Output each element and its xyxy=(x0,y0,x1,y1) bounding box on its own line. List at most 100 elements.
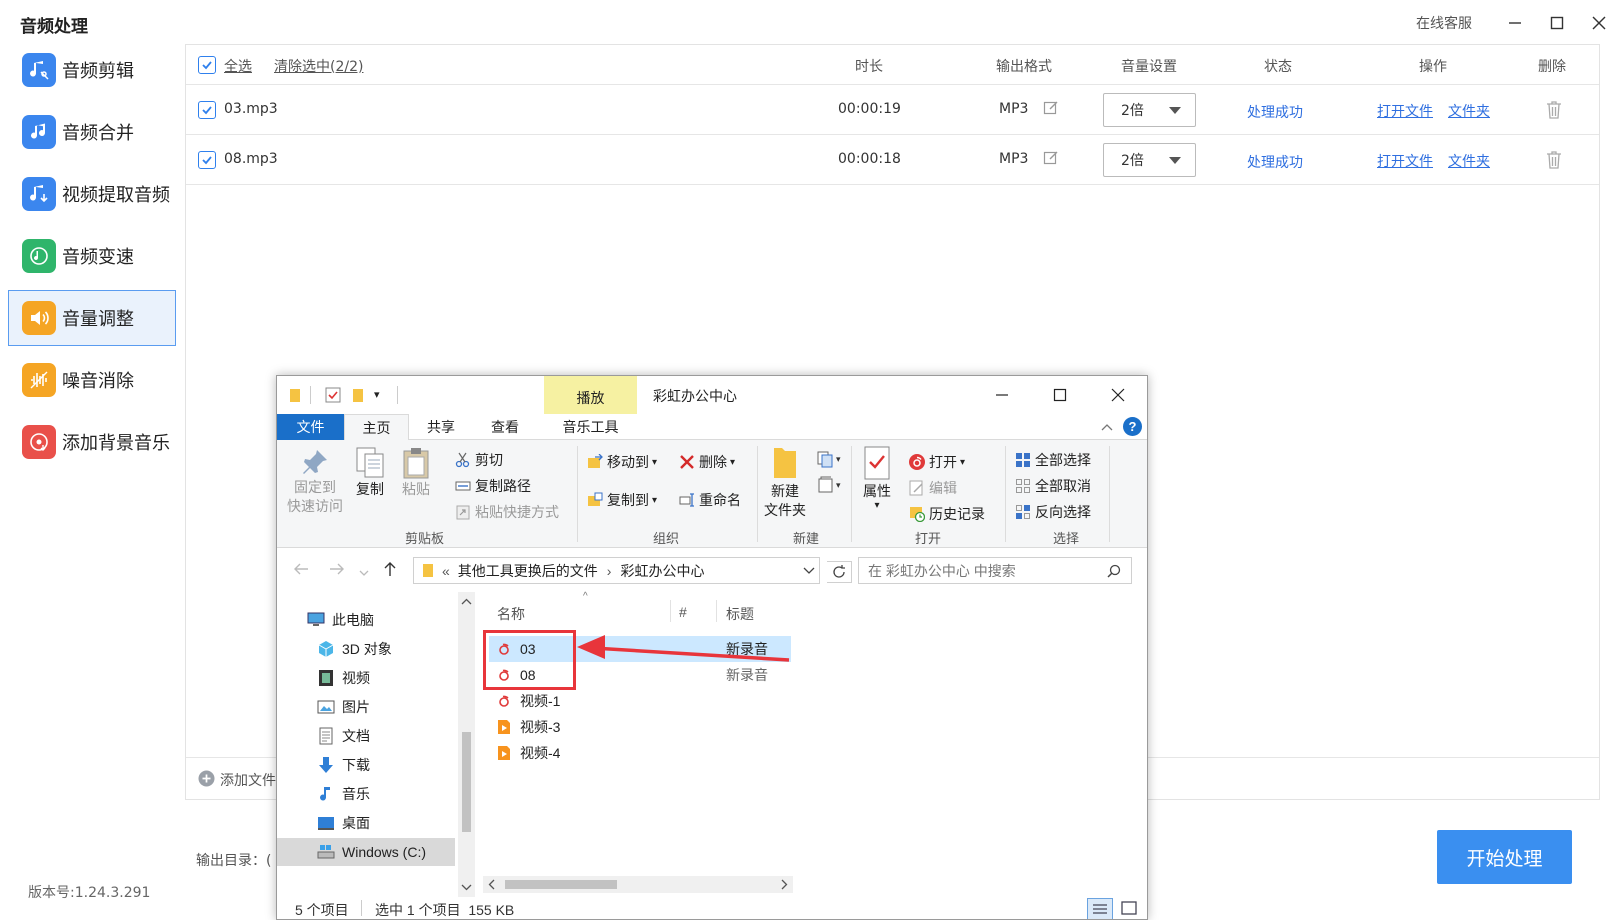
volume-select[interactable]: 2倍 xyxy=(1103,93,1196,127)
back-arrow-icon[interactable] xyxy=(293,562,309,579)
select-all-checkbox[interactable] xyxy=(198,56,216,74)
nav-scrollbar[interactable] xyxy=(458,592,475,897)
chevron-down-icon[interactable] xyxy=(803,567,815,575)
cut-button[interactable]: 剪切 xyxy=(455,450,503,470)
table-header: 全选 清除选中(2/2) 时长 输出格式 音量设置 状态 操作 删除 xyxy=(186,45,1599,85)
new-item-icon[interactable]: ▾ xyxy=(817,450,845,471)
nav-item-windows-c[interactable]: Windows (C:) xyxy=(277,838,455,866)
online-service-link[interactable]: 在线客服 xyxy=(1416,13,1472,33)
sidebar-item-bg-music[interactable]: 添加背景音乐 xyxy=(8,414,176,470)
paste-button[interactable]: 粘贴 xyxy=(395,446,437,499)
open-file-link[interactable]: 打开文件 xyxy=(1377,151,1433,171)
qat-dropdown-icon[interactable]: ▾ xyxy=(374,388,380,401)
search-input[interactable]: 在 彩虹办公中心 中搜索 xyxy=(858,557,1132,584)
sidebar-item-audio-speed[interactable]: 音频变速 xyxy=(8,228,176,284)
edit-button[interactable]: 编辑 xyxy=(909,478,957,498)
up-arrow-icon[interactable] xyxy=(383,561,397,580)
edit-format-icon[interactable] xyxy=(1043,100,1059,120)
sidebar-item-audio-merge[interactable]: 音频合并 xyxy=(8,104,176,160)
nav-item-desktop[interactable]: 桌面 xyxy=(277,809,455,837)
copy-button[interactable]: 复制 xyxy=(349,446,391,499)
sidebar-item-volume-adjust[interactable]: 音量调整 xyxy=(8,290,176,346)
breadcrumb-folder[interactable]: 其他工具更换后的文件 xyxy=(458,561,598,581)
breadcrumb-overflow[interactable]: « xyxy=(442,563,450,579)
context-tab-play[interactable]: 播放 xyxy=(544,376,637,414)
select-all-files-button[interactable]: 全部选择 xyxy=(1015,450,1091,470)
nav-item-3d-objects[interactable]: 3D 对象 xyxy=(277,635,455,663)
pin-quick-access-button[interactable]: 固定到 快速访问 xyxy=(285,446,345,516)
open-folder-link[interactable]: 文件夹 xyxy=(1448,101,1490,121)
details-view-button[interactable] xyxy=(1087,898,1113,919)
recent-locations-icon[interactable] xyxy=(359,564,369,580)
sidebar-item-noise-removal[interactable]: 噪音消除 xyxy=(8,352,176,408)
add-file-button[interactable]: 添加文件 xyxy=(220,770,276,790)
open-folder-link[interactable]: 文件夹 xyxy=(1448,151,1490,171)
close-button[interactable] xyxy=(1578,12,1620,34)
sidebar-item-audio-cut[interactable]: 音频剪辑 xyxy=(8,42,176,98)
delete-button[interactable]: 删除 ▾ xyxy=(679,452,735,472)
select-all-icon xyxy=(1016,453,1030,467)
select-none-button[interactable]: 全部取消 xyxy=(1015,476,1091,496)
copy-to-button[interactable]: 复制到 ▾ xyxy=(587,490,657,510)
move-to-button[interactable]: 移动到 ▾ xyxy=(587,452,657,472)
history-button[interactable]: 历史记录 xyxy=(909,504,985,524)
paste-icon xyxy=(403,448,429,479)
explorer-status-bar: 5 个项目 选中 1 个项目 155 KB xyxy=(277,897,1147,919)
file-row[interactable]: 视频-4 xyxy=(489,740,791,766)
nav-item-downloads[interactable]: 下载 xyxy=(277,751,455,779)
row-checkbox[interactable] xyxy=(198,151,216,169)
hscroll-thumb[interactable] xyxy=(505,880,617,889)
trash-icon[interactable] xyxy=(1545,100,1563,124)
ribbon-collapse-icon[interactable] xyxy=(1101,419,1113,435)
open-file-link[interactable]: 打开文件 xyxy=(1377,101,1433,121)
easy-access-icon[interactable]: ▾ xyxy=(817,476,845,497)
file-row[interactable]: 视频-3 xyxy=(489,714,791,740)
tab-share[interactable]: 共享 xyxy=(409,414,473,440)
large-icons-view-button[interactable] xyxy=(1117,898,1143,919)
rename-button[interactable]: 重命名 xyxy=(679,490,741,510)
select-all-label[interactable]: 全选 xyxy=(224,56,252,76)
paste-shortcut-button[interactable]: 粘贴快捷方式 xyxy=(455,502,559,522)
invert-selection-button[interactable]: 反向选择 xyxy=(1015,502,1091,522)
properties-qat-icon[interactable] xyxy=(325,387,341,406)
new-folder-button[interactable]: 新建 文件夹 xyxy=(763,444,807,520)
sidebar-item-video-extract[interactable]: 视频提取音频 xyxy=(8,166,176,222)
nav-item-videos[interactable]: 视频 xyxy=(277,664,455,692)
copy-path-button[interactable]: 复制路径 xyxy=(455,476,531,496)
tab-music-tools[interactable]: 音乐工具 xyxy=(544,414,637,440)
properties-button[interactable]: 属性 ▾ xyxy=(857,444,897,511)
tab-file[interactable]: 文件 xyxy=(277,414,344,440)
tab-home[interactable]: 主页 xyxy=(344,414,409,440)
sidebar-item-label: 音频合并 xyxy=(62,123,134,144)
refresh-button[interactable] xyxy=(827,561,852,583)
clear-selection-link[interactable]: 清除选中(2/2) xyxy=(274,56,363,76)
explorer-close-button[interactable] xyxy=(1111,388,1125,405)
nav-item-documents[interactable]: 文档 xyxy=(277,722,455,750)
add-file-icon[interactable] xyxy=(198,770,215,791)
open-button[interactable]: 打开 ▾ xyxy=(909,452,965,472)
edit-format-icon[interactable] xyxy=(1043,150,1059,170)
file-list-hscrollbar[interactable] xyxy=(483,876,793,893)
trash-icon[interactable] xyxy=(1545,150,1563,174)
start-process-button[interactable]: 开始处理 xyxy=(1437,830,1572,884)
forward-arrow-icon[interactable] xyxy=(329,562,345,579)
help-icon[interactable]: ? xyxy=(1123,417,1142,436)
minimize-button[interactable] xyxy=(1494,12,1536,34)
breadcrumb-current[interactable]: 彩虹办公中心 xyxy=(620,561,704,581)
nav-scroll-thumb[interactable] xyxy=(462,732,471,832)
explorer-minimize-button[interactable] xyxy=(995,388,1009,405)
tab-view[interactable]: 查看 xyxy=(473,414,537,440)
maximize-button[interactable] xyxy=(1536,12,1578,34)
nav-item-pictures[interactable]: 图片 xyxy=(277,693,455,721)
nav-item-music[interactable]: 音乐 xyxy=(277,780,455,808)
col-name[interactable]: 名称 xyxy=(497,604,525,624)
nav-item-this-pc[interactable]: 此电脑 xyxy=(277,606,455,634)
col-title[interactable]: 标题 xyxy=(726,604,754,624)
address-input[interactable]: « 其他工具更换后的文件 › 彩虹办公中心 xyxy=(413,557,820,584)
volume-select[interactable]: 2倍 xyxy=(1103,143,1196,177)
explorer-maximize-button[interactable] xyxy=(1053,388,1067,405)
row-checkbox[interactable] xyxy=(198,101,216,119)
file-row[interactable]: 视频-1 xyxy=(489,688,791,714)
new-folder-qat-icon[interactable] xyxy=(352,388,364,406)
col-number[interactable]: # xyxy=(679,604,687,620)
